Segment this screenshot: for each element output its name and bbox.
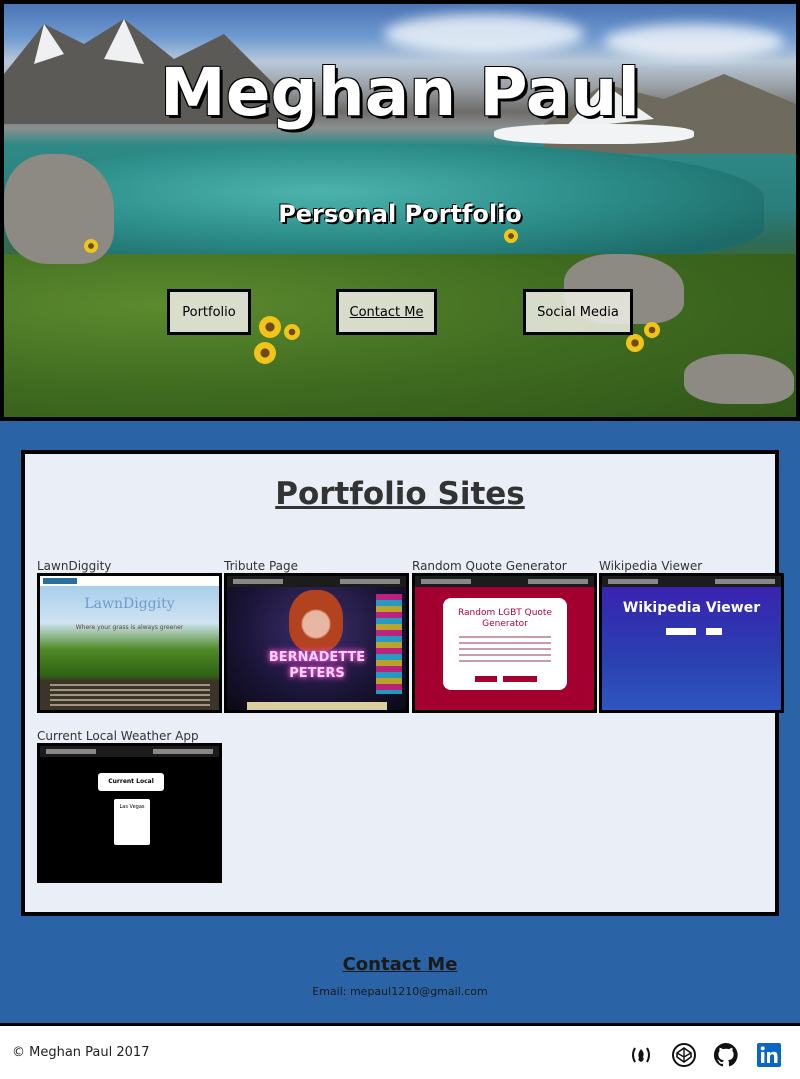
project-thumb-wikipedia[interactable]: Wikipedia Viewer bbox=[599, 573, 784, 713]
contact-heading[interactable]: Contact Me bbox=[0, 954, 800, 975]
codepen-icon[interactable] bbox=[671, 1042, 697, 1068]
portfolio-heading: Portfolio Sites bbox=[275, 476, 525, 512]
project-label-tribute[interactable]: Tribute Page bbox=[224, 559, 298, 573]
thumb-logo-text: LawnDiggity bbox=[84, 596, 175, 612]
project-thumb-quote[interactable]: Random LGBT Quote Generator bbox=[412, 573, 597, 713]
contact-email: Email: mepaul1210@gmail.com bbox=[312, 985, 488, 998]
thumb-weather-card: Las Vegas bbox=[114, 799, 150, 845]
portfolio-button[interactable]: Portfolio bbox=[167, 289, 251, 335]
thumb-weather-city: Las Vegas bbox=[119, 804, 145, 810]
project-label-wikipedia[interactable]: Wikipedia Viewer bbox=[599, 559, 702, 573]
thumb-neon-title: BERNADETTE PETERS bbox=[268, 650, 366, 681]
freecodecamp-icon[interactable] bbox=[628, 1042, 654, 1068]
github-icon[interactable] bbox=[713, 1042, 739, 1068]
project-label-quote[interactable]: Random Quote Generator bbox=[412, 559, 567, 573]
project-label-lawndiggity[interactable]: LawnDiggity bbox=[37, 559, 111, 573]
footer: © Meghan Paul 2017 bbox=[0, 1023, 800, 1079]
thumb-weather-title: Current Local Weather bbox=[98, 773, 164, 803]
project-thumb-tribute[interactable]: BERNADETTE PETERS bbox=[224, 573, 409, 713]
thumb-tagline: Where your grass is always greener bbox=[75, 624, 184, 631]
project-thumb-weather[interactable]: Current Local Weather Las Vegas bbox=[37, 743, 222, 883]
copyright-text: © Meghan Paul 2017 bbox=[12, 1045, 150, 1060]
site-title: Meghan Paul bbox=[160, 54, 640, 131]
portrait-image bbox=[289, 590, 343, 652]
project-label-weather[interactable]: Current Local Weather App bbox=[37, 729, 199, 743]
project-thumb-lawndiggity[interactable]: LawnDiggity Where your grass is always g… bbox=[37, 573, 222, 713]
site-subtitle: Personal Portfolio bbox=[278, 200, 522, 228]
social-media-button[interactable]: Social Media bbox=[523, 289, 633, 335]
thumb-quote-title: Random LGBT Quote Generator bbox=[457, 608, 552, 629]
hero-banner: Meghan Paul Personal Portfolio Portfolio… bbox=[0, 0, 800, 421]
thumb-wiki-title: Wikipedia Viewer bbox=[622, 600, 761, 616]
contact-me-button[interactable]: Contact Me bbox=[336, 289, 437, 335]
linkedin-icon[interactable] bbox=[756, 1042, 782, 1068]
